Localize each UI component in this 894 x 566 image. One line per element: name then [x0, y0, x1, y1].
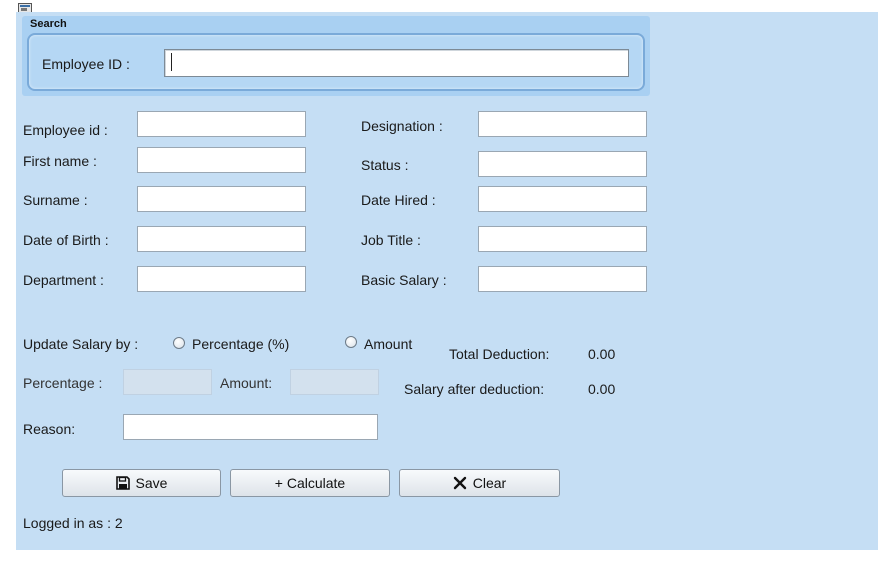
- status-label: Status :: [361, 157, 409, 173]
- save-icon: [115, 476, 130, 490]
- percentage-amount-label: Percentage :: [23, 375, 103, 391]
- update-salary-by-label: Update Salary by :: [23, 336, 139, 352]
- department-field[interactable]: [137, 266, 306, 292]
- save-button[interactable]: Save: [62, 469, 221, 497]
- percentage-radio[interactable]: [173, 337, 185, 349]
- clear-icon: [453, 476, 467, 490]
- department-label: Department :: [23, 272, 104, 288]
- surname-label: Surname :: [23, 192, 88, 208]
- calculate-button[interactable]: + Calculate: [230, 469, 390, 497]
- percentage-field[interactable]: [123, 369, 212, 395]
- salary-after-deduction-label: Salary after deduction:: [404, 381, 545, 397]
- job-title-label: Job Title :: [361, 232, 421, 248]
- employee-id-search-label: Employee ID :: [42, 56, 130, 72]
- clear-button-label: Clear: [472, 475, 507, 491]
- first-name-field[interactable]: [137, 147, 306, 173]
- employee-id-search-input[interactable]: [164, 49, 629, 77]
- surname-field[interactable]: [137, 186, 306, 212]
- employee-id-field[interactable]: [137, 111, 306, 137]
- date-of-birth-label: Date of Birth :: [23, 232, 109, 248]
- date-hired-field[interactable]: [478, 186, 647, 212]
- clear-button[interactable]: Clear: [399, 469, 560, 497]
- app-window-icon: [18, 0, 32, 13]
- status-field[interactable]: [478, 151, 647, 177]
- amount-radio[interactable]: [345, 336, 357, 348]
- logged-in-status: Logged in as : 2: [23, 515, 123, 531]
- save-button-label: Save: [135, 475, 168, 491]
- date-of-birth-field[interactable]: [137, 226, 306, 252]
- amount-field[interactable]: [290, 369, 379, 395]
- amount-option-label[interactable]: Amount: [364, 336, 412, 352]
- search-group-title: Search: [30, 18, 67, 30]
- employee-id-label: Employee id :: [23, 122, 108, 138]
- reason-label: Reason:: [23, 421, 76, 437]
- percentage-option-label[interactable]: Percentage (%): [192, 336, 289, 352]
- salary-after-deduction-value: 0.00: [588, 381, 616, 397]
- basic-salary-label: Basic Salary :: [361, 272, 447, 288]
- reason-field[interactable]: [123, 414, 378, 440]
- amount-value-label: Amount:: [220, 375, 273, 391]
- designation-label: Designation :: [361, 118, 443, 134]
- designation-field[interactable]: [478, 111, 647, 137]
- first-name-label: First name :: [23, 153, 97, 169]
- calculate-button-label: + Calculate: [274, 475, 346, 491]
- total-deduction-value: 0.00: [588, 346, 616, 362]
- job-title-field[interactable]: [478, 226, 647, 252]
- basic-salary-field[interactable]: [478, 266, 647, 292]
- date-hired-label: Date Hired :: [361, 192, 436, 208]
- total-deduction-label: Total Deduction:: [449, 346, 550, 362]
- text-caret: [171, 53, 172, 71]
